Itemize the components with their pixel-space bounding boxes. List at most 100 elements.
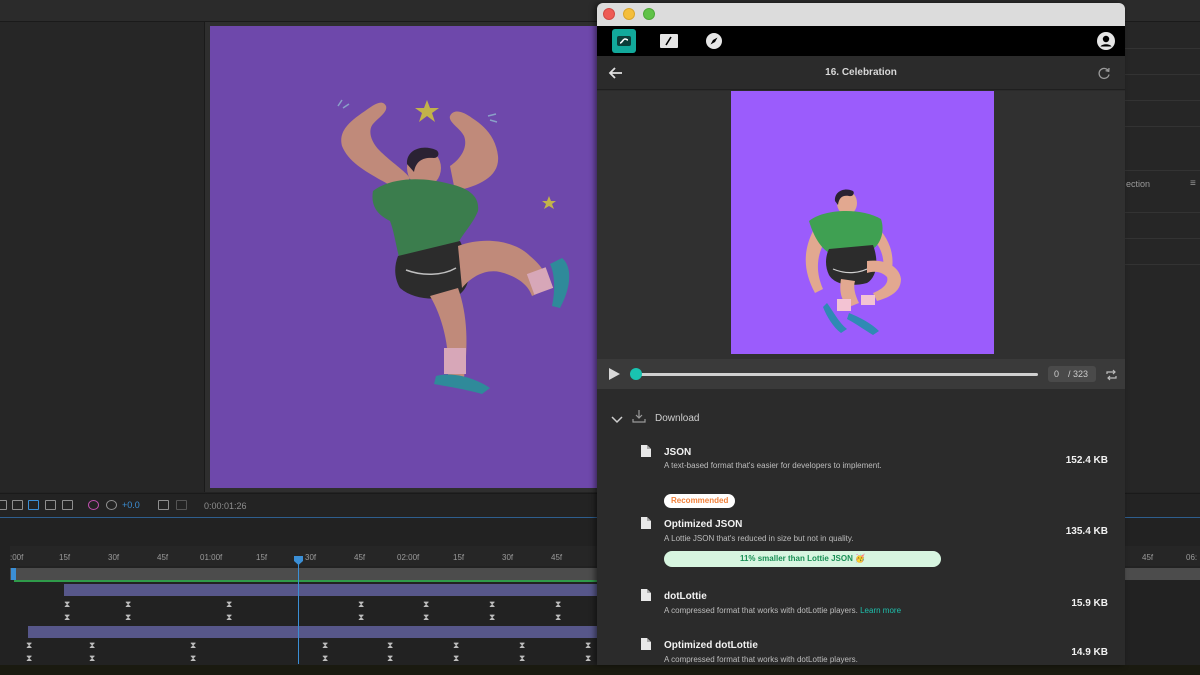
option-size: 135.4 KB xyxy=(1065,526,1108,537)
keyframe-marker[interactable]: ⧗ xyxy=(453,654,459,663)
keyframe-marker[interactable]: ⧗ xyxy=(322,641,328,650)
file-icon xyxy=(641,445,651,457)
keyframe-marker[interactable]: ⧗ xyxy=(489,613,495,622)
download-option-optimized-dotlottie[interactable]: Optimized dotLottie A compressed format … xyxy=(597,634,1125,665)
ruler-tick-label: 30f xyxy=(502,553,514,562)
keyframe-marker[interactable]: ⧗ xyxy=(453,641,459,650)
current-frame[interactable]: 0 xyxy=(1054,369,1059,379)
learn-more-link[interactable]: Learn more xyxy=(860,606,901,615)
loop-icon[interactable] xyxy=(1105,368,1118,386)
ae-project-panel xyxy=(0,22,205,492)
keyframe-marker[interactable]: ⧗ xyxy=(555,600,561,609)
option-description: A compressed format that works with dotL… xyxy=(664,606,901,615)
plugin-navbar xyxy=(597,26,1125,56)
exposure-value[interactable]: +0.0 xyxy=(122,500,140,510)
compass-icon[interactable] xyxy=(702,29,726,53)
keyframe-marker[interactable]: ⧗ xyxy=(64,600,70,609)
panel-divider xyxy=(1125,74,1200,75)
layer-duration-bar[interactable] xyxy=(28,626,600,638)
keyframe-marker[interactable]: ⧗ xyxy=(64,613,70,622)
work-area-start-handle[interactable] xyxy=(11,568,16,580)
panel-divider xyxy=(1125,212,1200,213)
panel-divider xyxy=(1125,100,1200,101)
total-frames: / 323 xyxy=(1068,369,1089,379)
keyframe-marker[interactable]: ⧗ xyxy=(358,600,364,609)
grid-icon[interactable] xyxy=(0,500,7,510)
keyframe-marker[interactable]: ⧗ xyxy=(555,613,561,622)
keyframe-marker[interactable]: ⧗ xyxy=(519,641,525,650)
keyframe-marker[interactable]: ⧗ xyxy=(519,654,525,663)
keyframe-marker[interactable]: ⧗ xyxy=(226,613,232,622)
panel-divider xyxy=(1125,126,1200,127)
download-option-dotlottie[interactable]: dotLottie A compressed format that works… xyxy=(597,585,1125,625)
transparency-grid-icon[interactable] xyxy=(45,500,56,510)
ruler-tick-label: 30f xyxy=(305,553,317,562)
ruler-tick-label: 15f xyxy=(59,553,71,562)
ruler-tick-label: 45f xyxy=(354,553,366,562)
option-size: 15.9 KB xyxy=(1071,598,1108,609)
ruler-tick-label: 02:00f xyxy=(397,553,420,562)
account-icon[interactable] xyxy=(1094,29,1118,53)
keyframe-marker[interactable]: ⧗ xyxy=(387,654,393,663)
color-channels-icon[interactable] xyxy=(88,500,99,510)
keyframe-marker[interactable]: ⧗ xyxy=(26,641,32,650)
chevron-down-icon[interactable] xyxy=(611,411,623,429)
keyframe-marker[interactable]: ⧗ xyxy=(89,654,95,663)
keyframe-marker[interactable]: ⧗ xyxy=(89,641,95,650)
bottom-strip xyxy=(0,665,1200,675)
keyframe-marker[interactable]: ⧗ xyxy=(423,613,429,622)
option-name: dotLottie xyxy=(664,591,707,602)
ruler-tick-label: 45f xyxy=(1142,553,1154,562)
keyframe-marker[interactable]: ⧗ xyxy=(125,600,131,609)
keyframe-marker[interactable]: ⧗ xyxy=(585,641,591,650)
seek-bar[interactable] xyxy=(635,373,1038,376)
file-icon xyxy=(641,638,651,650)
layer-duration-bar[interactable] xyxy=(64,584,600,596)
player-controls: 0 / 323 xyxy=(597,359,1125,389)
panel-menu-icon[interactable]: ≡ xyxy=(1190,178,1196,189)
region-of-interest-icon[interactable] xyxy=(62,500,73,510)
lottie-logo-icon[interactable] xyxy=(612,29,636,53)
keyframe-marker[interactable]: ⧗ xyxy=(190,654,196,663)
maximize-window-button[interactable] xyxy=(643,8,655,20)
file-icon xyxy=(641,589,651,601)
animation-preview[interactable] xyxy=(731,91,994,354)
close-window-button[interactable] xyxy=(603,8,615,20)
keyframe-marker[interactable]: ⧗ xyxy=(489,600,495,609)
panel-divider xyxy=(1125,264,1200,265)
option-size: 152.4 KB xyxy=(1065,455,1108,466)
play-icon[interactable] xyxy=(608,367,621,386)
size-savings-badge: 11% smaller than Lottie JSON 🥳 xyxy=(664,551,941,567)
keyframe-marker[interactable]: ⧗ xyxy=(585,654,591,663)
snapshot-region-icon[interactable] xyxy=(12,500,23,510)
ruler-tick-label: 06: xyxy=(1186,553,1198,562)
keyframe-marker[interactable]: ⧗ xyxy=(423,600,429,609)
download-option-json[interactable]: JSON A text-based format that's easier f… xyxy=(597,441,1125,481)
keyframe-marker[interactable]: ⧗ xyxy=(26,654,32,663)
download-icon xyxy=(632,409,646,428)
keyframe-marker[interactable]: ⧗ xyxy=(125,613,131,622)
option-description-text: A compressed format that works with dotL… xyxy=(664,606,858,615)
mask-icon[interactable] xyxy=(28,500,39,510)
exposure-icon[interactable] xyxy=(106,500,117,510)
keyframe-marker[interactable]: ⧗ xyxy=(190,641,196,650)
keyframe-marker[interactable]: ⧗ xyxy=(322,654,328,663)
ruler-tick-label: 15f xyxy=(453,553,465,562)
ruler-tick-label: 30f xyxy=(108,553,120,562)
current-timecode[interactable]: 0:00:01:26 xyxy=(204,501,247,511)
keyframe-marker[interactable]: ⧗ xyxy=(358,613,364,622)
composition-canvas[interactable] xyxy=(210,26,598,488)
show-snapshot-icon[interactable] xyxy=(176,500,187,510)
keyframe-marker[interactable]: ⧗ xyxy=(226,600,232,609)
seek-handle[interactable] xyxy=(630,368,642,380)
frame-counter[interactable]: 0 / 323 xyxy=(1048,366,1096,382)
ruler-tick-label: :00f xyxy=(10,553,24,562)
camera-icon[interactable] xyxy=(158,500,169,510)
refresh-icon[interactable] xyxy=(1097,66,1111,80)
edit-icon[interactable] xyxy=(657,29,681,53)
minimize-window-button[interactable] xyxy=(623,8,635,20)
keyframe-marker[interactable]: ⧗ xyxy=(387,641,393,650)
playhead-line xyxy=(298,556,299,664)
lottiefiles-plugin-window: 16. Celebration 0 / 323 Download JSON A … xyxy=(597,3,1125,665)
option-name: JSON xyxy=(664,447,692,458)
